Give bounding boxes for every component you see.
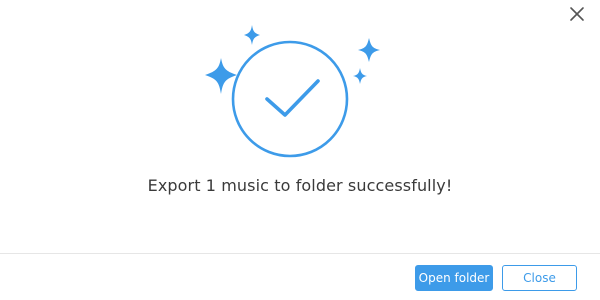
success-illustration	[190, 15, 410, 165]
sparkle-small-top-icon	[244, 25, 260, 45]
close-button[interactable]: Close	[502, 265, 577, 291]
sparkle-right-top-icon	[358, 38, 380, 62]
open-folder-button[interactable]: Open folder	[415, 265, 493, 291]
success-circle-icon	[231, 40, 349, 158]
success-message: Export 1 music to folder successfully!	[147, 176, 453, 195]
sparkle-large-left-icon	[205, 58, 237, 94]
checkmark-icon	[265, 79, 320, 117]
dialog-footer: Open folder Close	[0, 253, 600, 300]
export-success-dialog: Export 1 music to folder successfully! O…	[0, 0, 600, 300]
sparkle-right-small-icon	[353, 68, 367, 84]
close-icon[interactable]	[566, 3, 588, 25]
